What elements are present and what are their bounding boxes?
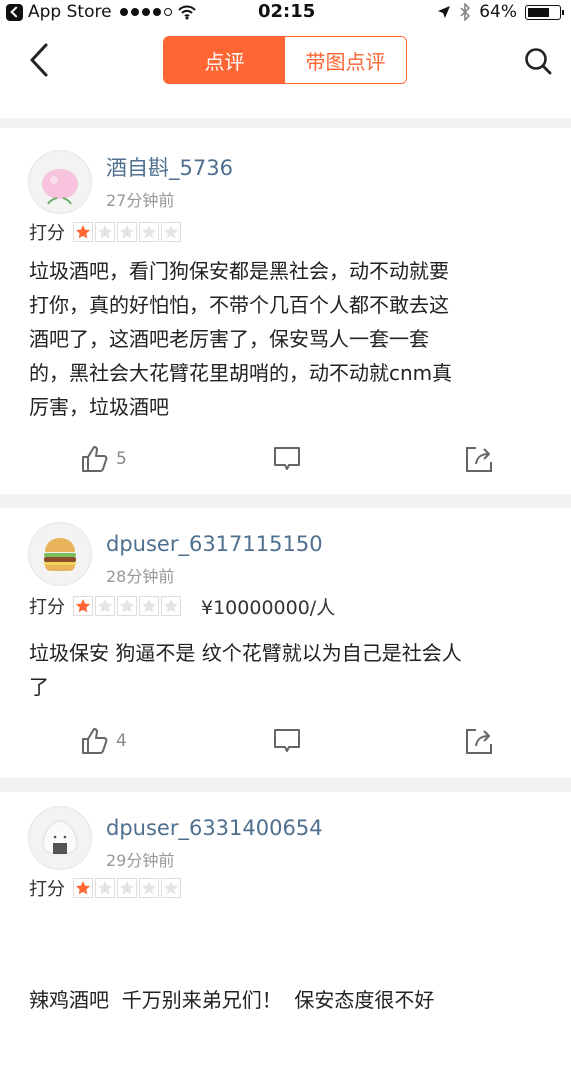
username[interactable]: dpuser_6331400654	[106, 816, 323, 840]
star-filled-icon	[73, 596, 93, 616]
star-empty-icon	[139, 222, 159, 242]
review-text-line: 垃圾保安 狗逼不是 纹个花臂就以为自己是社会人	[29, 641, 462, 665]
share-icon[interactable]	[464, 444, 494, 474]
star-empty-icon	[139, 878, 159, 898]
rating-label: 打分	[29, 223, 65, 244]
review-card: 酒自斟_5736 27分钟前 打分 垃圾酒吧，看门狗保安都是黑社会，动不动就要 …	[0, 128, 571, 494]
username[interactable]: 酒自斟_5736	[106, 152, 233, 182]
share-icon[interactable]	[464, 726, 494, 756]
time-ago: 29分钟前	[106, 851, 175, 870]
rating-row: 打分	[29, 219, 181, 245]
star-filled-icon	[73, 222, 93, 242]
star-empty-icon	[139, 596, 159, 616]
signal-icon	[119, 8, 172, 16]
like-count: 5	[116, 449, 127, 469]
review-text[interactable]: 辣鸡酒吧 千万别来弟兄们！ 保安态度很不好	[29, 915, 544, 1085]
rating-label: 打分	[29, 597, 65, 618]
review-text-line: 垃圾酒吧，看门狗保安都是黑社会，动不动就要	[29, 259, 449, 283]
star-rating	[73, 222, 181, 242]
status-bar: App Store 02:15 64%	[0, 0, 571, 26]
review-type-segmented-control: 点评 带图点评	[163, 36, 407, 84]
rice-ball-avatar[interactable]	[28, 806, 92, 870]
price-per-person: ¥10000000/人	[201, 596, 336, 619]
review-text-line: 辣鸡酒吧 千万别来弟兄们！ 保安态度很不好	[29, 988, 435, 1012]
star-empty-icon	[161, 596, 181, 616]
tab-photo-reviews[interactable]: 带图点评	[285, 37, 406, 83]
review-text-line: 酒吧了，这酒吧老厉害了，保安骂人一套一套	[29, 327, 429, 351]
thumbs-up-icon	[82, 728, 108, 754]
username[interactable]: dpuser_6317115150	[106, 532, 323, 556]
time-ago: 28分钟前	[106, 567, 175, 586]
battery-percent: 64%	[479, 2, 517, 22]
battery-icon	[525, 4, 564, 20]
review-card: dpuser_6331400654 29分钟前 打分 辣鸡酒吧 千万别来弟兄们！…	[0, 792, 571, 1012]
review-text-line: 的，黑社会大花臂花里胡哨的，动不动就cnm真	[29, 361, 453, 385]
star-empty-icon	[161, 222, 181, 242]
action-bar: 4	[0, 726, 571, 766]
comment-icon[interactable]	[272, 726, 302, 756]
rating-row: 打分	[29, 875, 181, 901]
star-empty-icon	[161, 878, 181, 898]
review-card: dpuser_6317115150 28分钟前 打分 ¥10000000/人 垃…	[0, 508, 571, 778]
thumbs-up-icon	[82, 446, 108, 472]
review-text-line: 厉害，垃圾酒吧	[29, 395, 169, 419]
star-empty-icon	[95, 222, 115, 242]
nav-bar: 点评 带图点评	[0, 26, 571, 118]
rating-label: 打分	[29, 879, 65, 900]
back-chevron-icon[interactable]	[20, 40, 60, 80]
action-bar: 5	[0, 444, 571, 484]
search-icon[interactable]	[523, 46, 553, 76]
like-button[interactable]: 5	[80, 444, 127, 474]
star-empty-icon	[95, 878, 115, 898]
tab-reviews[interactable]: 点评	[164, 37, 285, 83]
location-icon	[438, 6, 451, 18]
time-ago: 27分钟前	[106, 191, 175, 210]
peach-avatar[interactable]	[28, 150, 92, 214]
star-empty-icon	[117, 596, 137, 616]
like-button[interactable]: 4	[80, 726, 127, 756]
review-text[interactable]: 垃圾保安 狗逼不是 纹个花臂就以为自己是社会人 了	[29, 636, 544, 704]
divider	[0, 494, 571, 508]
review-text-line: 打你，真的好怕怕，不带个几百个人都不敢去这	[29, 293, 449, 317]
burger-avatar[interactable]	[28, 522, 92, 586]
star-empty-icon	[117, 878, 137, 898]
star-empty-icon	[117, 222, 137, 242]
star-filled-icon	[73, 878, 93, 898]
star-rating	[73, 596, 181, 616]
star-rating	[73, 878, 181, 898]
review-text[interactable]: 垃圾酒吧，看门狗保安都是黑社会，动不动就要 打你，真的好怕怕，不带个几百个人都不…	[29, 254, 544, 424]
back-to-app-icon[interactable]	[6, 3, 23, 21]
clock: 02:15	[258, 1, 316, 22]
star-empty-icon	[95, 596, 115, 616]
wifi-icon	[177, 5, 196, 20]
like-count: 4	[116, 731, 127, 751]
divider	[0, 118, 571, 128]
review-text-line: 了	[29, 675, 49, 699]
rating-row: 打分 ¥10000000/人	[29, 593, 335, 619]
comment-icon[interactable]	[272, 444, 302, 474]
back-app-label[interactable]: App Store	[28, 2, 112, 22]
divider	[0, 778, 571, 792]
bluetooth-icon	[460, 3, 471, 21]
